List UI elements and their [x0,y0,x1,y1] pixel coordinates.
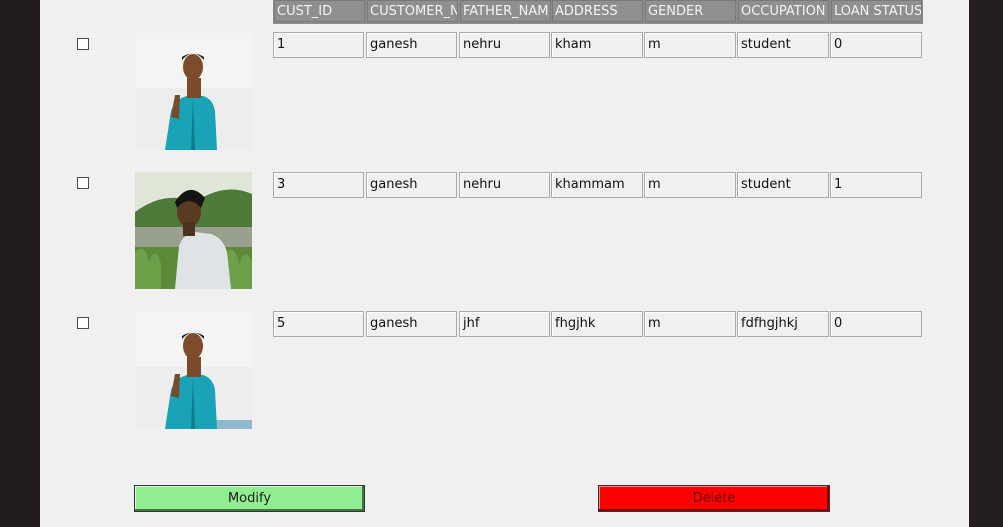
row-3-loan-status-field[interactable]: 0 [830,311,922,337]
person-looking-down-photo [135,172,252,289]
row-3-occupation-field[interactable]: fdfhgjhkj [737,311,829,337]
row-2-gender-field[interactable]: m [644,172,736,198]
row-1-customer-name-field[interactable]: ganesh [366,32,457,58]
row-select-checkbox[interactable] [77,38,89,50]
row-1-loan-status-field[interactable]: 0 [830,32,922,58]
row-1-gender-field[interactable]: m [644,32,736,58]
row-3-cust-id-field[interactable]: 5 [273,311,364,337]
column-header-customer-name: CUSTOMER_N [367,0,458,22]
column-header-loan-status: LOAN STATUS [831,0,922,22]
window-backdrop-right [969,0,1003,527]
row-select-checkbox[interactable] [77,177,89,189]
row-3-father-name-field[interactable]: jhf [459,311,550,337]
column-header-occupation: OCCUPATION [738,0,829,22]
row-1-occupation-field[interactable]: student [737,32,829,58]
row-3-address-field[interactable]: fhgjhk [551,311,643,337]
row-2-cust-id-field[interactable]: 3 [273,172,364,198]
window-backdrop-left [0,0,40,527]
column-header-address: ADDRESS [552,0,643,22]
row-select-checkbox[interactable] [77,317,89,329]
row-3-customer-name-field[interactable]: ganesh [366,311,457,337]
row-2-occupation-field[interactable]: student [737,172,829,198]
row-1-cust-id-field[interactable]: 1 [273,32,364,58]
modify-button[interactable]: Modify [134,485,365,512]
row-1-father-name-field[interactable]: nehru [459,32,550,58]
row-3-gender-field[interactable]: m [644,311,736,337]
row-1-address-field[interactable]: kham [551,32,643,58]
person-raising-finger-photo [135,33,252,150]
column-header-gender: GENDER [645,0,736,22]
column-header-cust-id: CUST_ID [274,0,365,22]
row-2-address-field[interactable]: khammam [551,172,643,198]
row-2-customer-name-field[interactable]: ganesh [366,172,457,198]
person-raising-finger-photo [135,312,252,429]
column-header-father-name: FATHER_NAM [460,0,551,22]
row-2-father-name-field[interactable]: nehru [459,172,550,198]
row-2-loan-status-field[interactable]: 1 [830,172,922,198]
delete-button[interactable]: Delete [598,485,830,512]
